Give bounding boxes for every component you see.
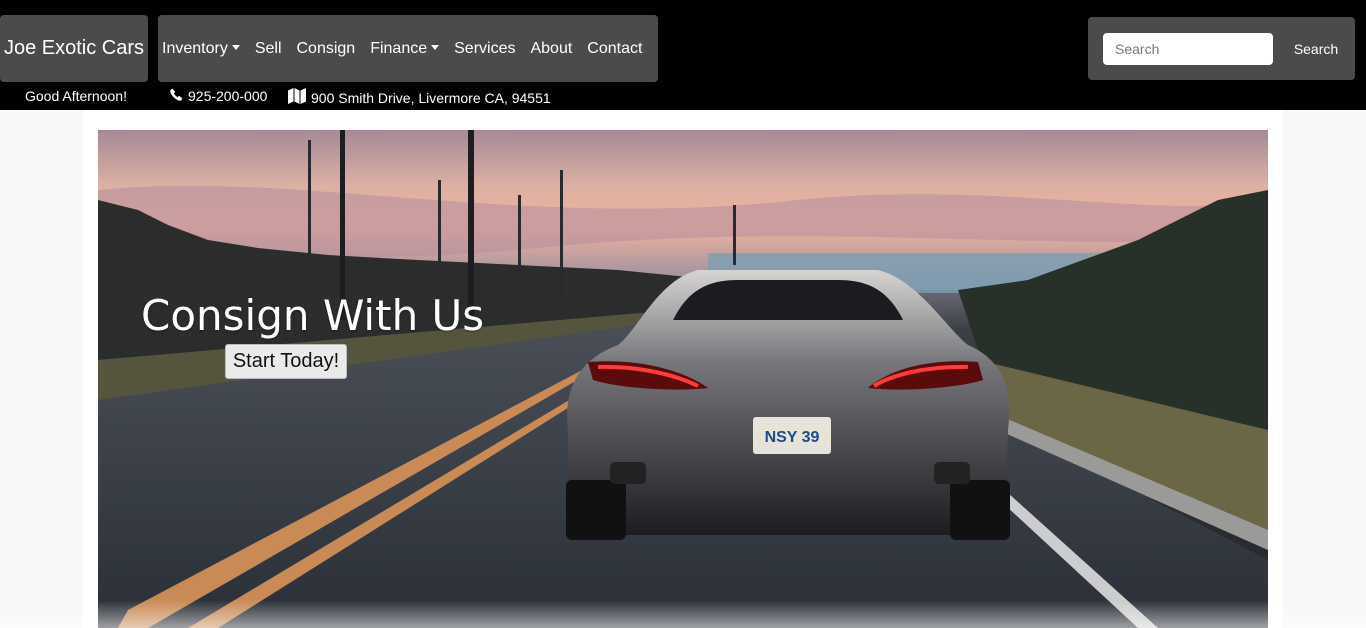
nav-sell-label: Sell: [254, 39, 282, 57]
hero-title: Consign With Us: [141, 291, 485, 340]
search-input[interactable]: [1103, 33, 1273, 65]
hero-image: NSY 39: [98, 130, 1268, 628]
nav-finance-label: Finance: [370, 39, 428, 57]
nav-about[interactable]: About: [530, 40, 581, 58]
start-today-button[interactable]: Start Today!: [225, 344, 347, 379]
address-text: 900 Smith Drive, Livermore CA, 94551: [311, 89, 551, 106]
chevron-down-icon: [431, 45, 440, 50]
nav-inventory[interactable]: Inventory: [162, 40, 249, 58]
hero-banner: NSY 39: [98, 130, 1268, 628]
nav-consign-label: Consign: [296, 39, 356, 57]
nav-sell[interactable]: Sell: [255, 40, 291, 58]
phone-link[interactable]: 925-200-000: [170, 88, 267, 104]
info-bar: Good Afternoon! 925-200-000 900 Smith Dr…: [0, 86, 700, 106]
nav-finance[interactable]: Finance: [370, 40, 448, 58]
chevron-down-icon: [231, 45, 240, 50]
map-icon: [288, 88, 306, 107]
nav-consign[interactable]: Consign: [297, 40, 365, 58]
search-button[interactable]: Search: [1284, 33, 1348, 65]
nav-contact-label: Contact: [587, 39, 643, 57]
main-nav: Inventory Sell Consign Finance Services …: [158, 15, 658, 82]
nav-services-label: Services: [454, 39, 516, 57]
greeting-text: Good Afternoon!: [25, 88, 127, 104]
nav-contact[interactable]: Contact: [587, 40, 651, 58]
nav-inventory-label: Inventory: [162, 39, 228, 57]
search-form: Search: [1088, 17, 1355, 80]
nav-about-label: About: [530, 39, 573, 57]
phone-icon: [170, 88, 183, 104]
phone-number: 925-200-000: [188, 88, 268, 104]
license-plate: NSY 39: [765, 429, 820, 446]
address-link[interactable]: 900 Smith Drive, Livermore CA, 94551: [288, 88, 551, 107]
brand-logo-link[interactable]: Joe Exotic Cars: [0, 15, 148, 82]
nav-services[interactable]: Services: [454, 40, 524, 58]
